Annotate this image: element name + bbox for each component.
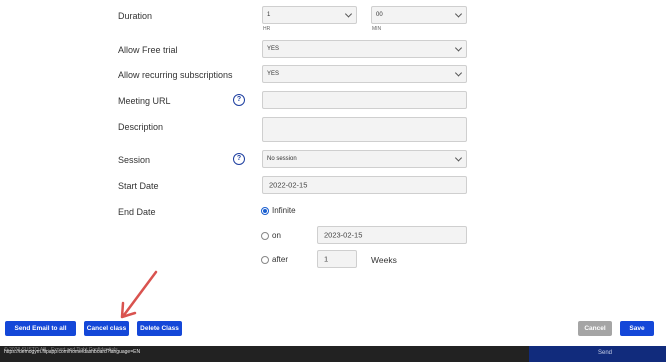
help-icon[interactable]: ?: [233, 94, 245, 106]
delete-class-button[interactable]: Delete Class: [137, 321, 182, 336]
status-bar: © 2023 SUSTO AB · Expert and Tight Confi…: [0, 346, 666, 362]
start-date-label: Start Date: [118, 181, 159, 191]
cancel-class-button[interactable]: Cancel class: [84, 321, 129, 336]
chevron-down-icon: [454, 69, 463, 77]
chevron-down-icon: [454, 44, 463, 52]
duration-minutes-select[interactable]: 00: [371, 6, 467, 24]
end-date-after-count-input[interactable]: 1: [317, 250, 357, 268]
end-date-infinite-radio[interactable]: [261, 207, 269, 215]
chevron-down-icon: [344, 10, 353, 18]
duration-hours-select[interactable]: 1: [262, 6, 357, 24]
description-input[interactable]: [262, 117, 467, 142]
end-date-on-label: on: [272, 231, 281, 240]
recurring-label: Allow recurring subscriptions: [118, 70, 233, 80]
duration-minutes-value: 00: [376, 12, 383, 18]
start-date-value: 2022-02-15: [269, 180, 308, 190]
start-date-input[interactable]: 2022-02-15: [262, 176, 467, 194]
recurring-value: YES: [267, 71, 280, 77]
end-date-on-value: 2023-02-15: [324, 230, 363, 240]
meeting-url-label: Meeting URL: [118, 96, 171, 106]
end-date-on-input[interactable]: 2023-02-15: [317, 226, 467, 244]
annotation-arrow: [120, 270, 158, 319]
end-date-after-radio[interactable]: [261, 256, 269, 264]
end-date-label: End Date: [118, 207, 156, 217]
send-email-button[interactable]: Send Email to all users: [5, 321, 76, 347]
save-button[interactable]: Save: [620, 321, 654, 336]
end-date-after-label: after: [272, 255, 289, 264]
duration-hours-caption: HR: [263, 26, 271, 32]
end-date-after-unit: Weeks: [371, 255, 397, 265]
chevron-down-icon: [454, 154, 463, 162]
free-trial-value: YES: [267, 46, 280, 52]
chevron-down-icon: [454, 10, 463, 18]
cancel-button[interactable]: Cancel: [578, 321, 612, 336]
session-label: Session: [118, 155, 151, 165]
duration-hours-value: 1: [267, 12, 271, 18]
end-date-on-radio[interactable]: [261, 232, 269, 240]
duration-minutes-caption: MIN: [372, 26, 382, 32]
meeting-url-input[interactable]: [262, 91, 467, 109]
duration-label: Duration: [118, 11, 153, 21]
end-date-after-count-value: 1: [324, 254, 329, 264]
help-icon[interactable]: ?: [233, 153, 245, 165]
session-value: No session: [267, 156, 297, 162]
status-url: https://demogym.flipapp.com/home/dashboa…: [4, 349, 141, 355]
send-label[interactable]: Send: [598, 350, 612, 356]
recurring-select[interactable]: YES: [262, 65, 467, 83]
end-date-infinite-label: Infinite: [272, 206, 296, 215]
session-select[interactable]: No session: [262, 150, 467, 168]
free-trial-label: Allow Free trial: [118, 45, 178, 55]
description-label: Description: [118, 122, 164, 132]
free-trial-select[interactable]: YES: [262, 40, 467, 58]
